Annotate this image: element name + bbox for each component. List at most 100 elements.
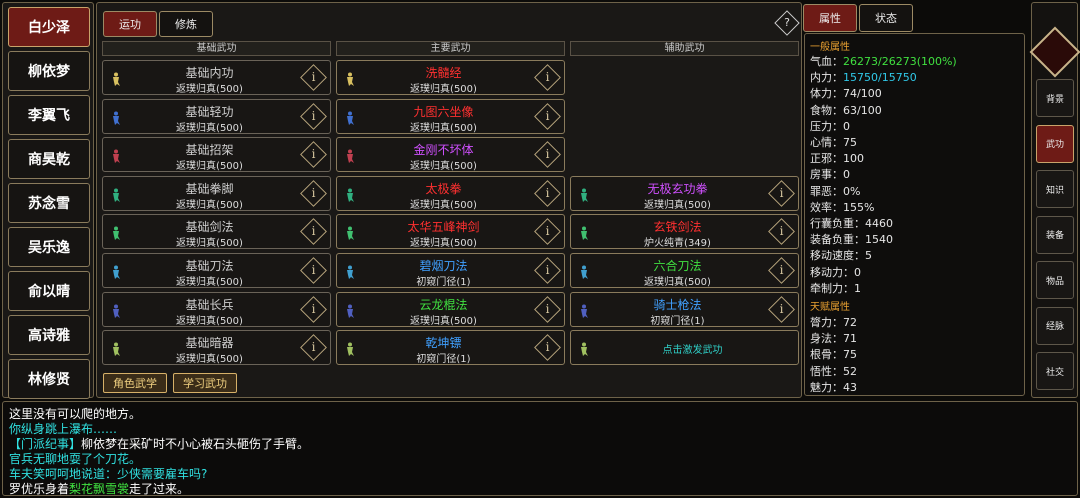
skill-card[interactable]: 九图六坐像 返璞归真(500) i xyxy=(336,98,565,134)
skill-card[interactable]: 基础剑法 返璞归真(500) i xyxy=(102,214,331,250)
info-icon[interactable]: i xyxy=(300,257,327,284)
skill-name: 乾坤镖 xyxy=(425,336,462,351)
info-icon[interactable]: i xyxy=(300,334,327,362)
side-menu-button[interactable]: 社交 xyxy=(1036,352,1074,390)
info-icon-glyph: i xyxy=(779,301,784,316)
info-icon[interactable]: i xyxy=(534,295,561,323)
help-icon[interactable]: ? xyxy=(774,10,800,36)
attribute-row: 魅力：43 xyxy=(810,379,857,395)
info-icon[interactable]: i xyxy=(534,334,561,362)
info-icon[interactable]: i xyxy=(300,64,327,91)
skill-level: 返璞归真(500) xyxy=(644,277,711,288)
attribute-value: 0% xyxy=(843,184,861,198)
info-icon[interactable]: i xyxy=(534,141,561,169)
skill-card[interactable]: 乾坤镖初窥门径(1) i xyxy=(336,330,565,366)
info-icon[interactable]: i xyxy=(534,218,561,246)
info-icon[interactable]: i xyxy=(534,257,561,284)
character-button[interactable]: 商昊乾 xyxy=(8,139,90,179)
skill-level: 炉火纯青(349) xyxy=(644,238,711,250)
character-martial-button[interactable]: 角色武学 xyxy=(103,373,167,393)
info-icon[interactable]: i xyxy=(534,102,561,130)
figure-icon xyxy=(110,341,122,357)
skill-level: 返璞归真(500) xyxy=(410,161,477,173)
side-menu-button[interactable]: 物品 xyxy=(1036,261,1074,299)
info-icon-glyph: i xyxy=(779,185,784,200)
skill-card[interactable]: 碧烟刀法 初窥门径(1) i xyxy=(336,253,565,288)
log-text: 车夫笑呵呵地说道：少侠需要雇车吗? xyxy=(9,467,208,481)
character-button[interactable]: 苏念雪 xyxy=(8,183,90,223)
skill-card[interactable]: 基础内功 返璞归真(500) i xyxy=(102,60,331,95)
info-icon[interactable]: i xyxy=(768,257,795,284)
skill-name: 基础刀法 xyxy=(185,259,234,273)
attribute-value: 52 xyxy=(843,364,857,378)
info-icon-glyph: i xyxy=(779,224,784,239)
side-menu-button[interactable]: 经脉 xyxy=(1036,306,1074,345)
info-icon[interactable]: i xyxy=(300,218,327,246)
skill-card[interactable]: 基础暗器 返璞归真(500) i xyxy=(102,330,331,366)
skill-card[interactable]: 太华五峰神剑 返璞归真(500) i xyxy=(336,214,565,250)
side-menu-button[interactable]: 背景 xyxy=(1036,79,1074,117)
character-button[interactable]: 白少泽 xyxy=(8,7,90,47)
info-icon[interactable]: i xyxy=(768,218,795,246)
attribute-label: 内力： xyxy=(810,71,843,85)
skill-card[interactable]: 玄铁剑法 炉火纯青(349) i xyxy=(570,214,799,250)
attribute-label: 根骨： xyxy=(810,348,843,362)
skill-level: 初窥门径(1) xyxy=(416,354,471,366)
attribute-label: 压力： xyxy=(810,119,843,133)
attribute-row: 体力：74/100 xyxy=(810,85,882,101)
info-icon[interactable]: i xyxy=(300,295,327,323)
info-icon-glyph: i xyxy=(545,301,550,316)
skill-card[interactable]: 基础拳脚 返璞归真(500) i xyxy=(102,175,331,211)
attribute-label: 魅力： xyxy=(810,380,843,394)
aux-activate-slot[interactable]: 点击激发武功 xyxy=(570,330,799,366)
figure-icon xyxy=(110,187,122,202)
skill-card[interactable]: 云龙棍法 返璞归真(500) i xyxy=(336,291,565,327)
tab-practice[interactable]: 运功 xyxy=(103,11,157,37)
skill-card[interactable]: 基础刀法 返璞归真(500) i xyxy=(102,253,331,288)
info-icon[interactable]: i xyxy=(768,295,795,323)
attribute-label: 悟性： xyxy=(810,364,843,378)
info-icon[interactable]: i xyxy=(534,64,561,91)
skill-card[interactable]: 太极拳 返璞归真(500) i xyxy=(336,175,565,211)
info-icon-glyph: i xyxy=(311,224,316,239)
tab-status[interactable]: 状态 xyxy=(859,4,913,32)
log-text: 官兵无聊地耍了个刀花。 xyxy=(9,452,142,466)
character-button[interactable]: 林修贤 xyxy=(8,359,90,399)
character-button[interactable]: 高诗雅 xyxy=(8,315,90,355)
side-menu-button[interactable]: 装备 xyxy=(1036,215,1074,254)
attribute-row: 膂力：72 xyxy=(810,314,857,330)
character-button[interactable]: 柳依梦 xyxy=(8,51,90,91)
figure-icon xyxy=(110,148,122,164)
side-menu-button[interactable]: 武功 xyxy=(1036,124,1074,163)
skill-name: 碧烟刀法 xyxy=(419,259,468,273)
skill-card[interactable]: 洗髓经 返璞归真(500) i xyxy=(336,60,565,95)
info-icon[interactable]: i xyxy=(300,102,327,130)
skill-card[interactable]: 金刚不坏体 返璞归真(500) i xyxy=(336,137,565,173)
info-icon-glyph: i xyxy=(311,147,316,162)
skill-card[interactable]: 基础轻功 返璞归真(500) i xyxy=(102,98,331,134)
character-button[interactable]: 李翼飞 xyxy=(8,95,90,135)
skill-card[interactable]: 基础长兵 返璞归真(500) i xyxy=(102,291,331,327)
skill-name: 基础拳脚 xyxy=(185,181,234,196)
skill-card[interactable]: 骑士枪法 初窥门径(1) i xyxy=(570,291,799,327)
tab-cultivate[interactable]: 修炼 xyxy=(159,11,213,37)
learn-martial-button[interactable]: 学习武功 xyxy=(173,373,237,393)
side-menu-button[interactable]: 知识 xyxy=(1036,170,1074,208)
info-icon-glyph: i xyxy=(545,185,550,200)
skill-card[interactable]: 六合刀法 返璞归真(500) i xyxy=(570,253,799,288)
skill-card[interactable]: 无极玄功拳 返璞归真(500) i xyxy=(570,175,799,211)
attribute-label: 身法： xyxy=(810,332,843,346)
info-icon[interactable]: i xyxy=(300,141,327,169)
attribute-row: 房事：0 xyxy=(810,166,850,182)
character-button[interactable]: 俞以晴 xyxy=(8,271,90,311)
info-icon[interactable]: i xyxy=(300,179,327,207)
figure-icon xyxy=(110,225,122,241)
attribute-label: 罪恶： xyxy=(810,184,843,198)
tab-attributes[interactable]: 属性 xyxy=(803,4,857,32)
info-icon[interactable]: i xyxy=(768,179,795,207)
skill-name: 无极玄功拳 xyxy=(647,181,708,196)
attribute-value: 155% xyxy=(843,200,875,214)
character-button[interactable]: 吴乐逸 xyxy=(8,227,90,267)
skill-card[interactable]: 基础招架 返璞归真(500) i xyxy=(102,137,331,173)
info-icon[interactable]: i xyxy=(534,179,561,207)
